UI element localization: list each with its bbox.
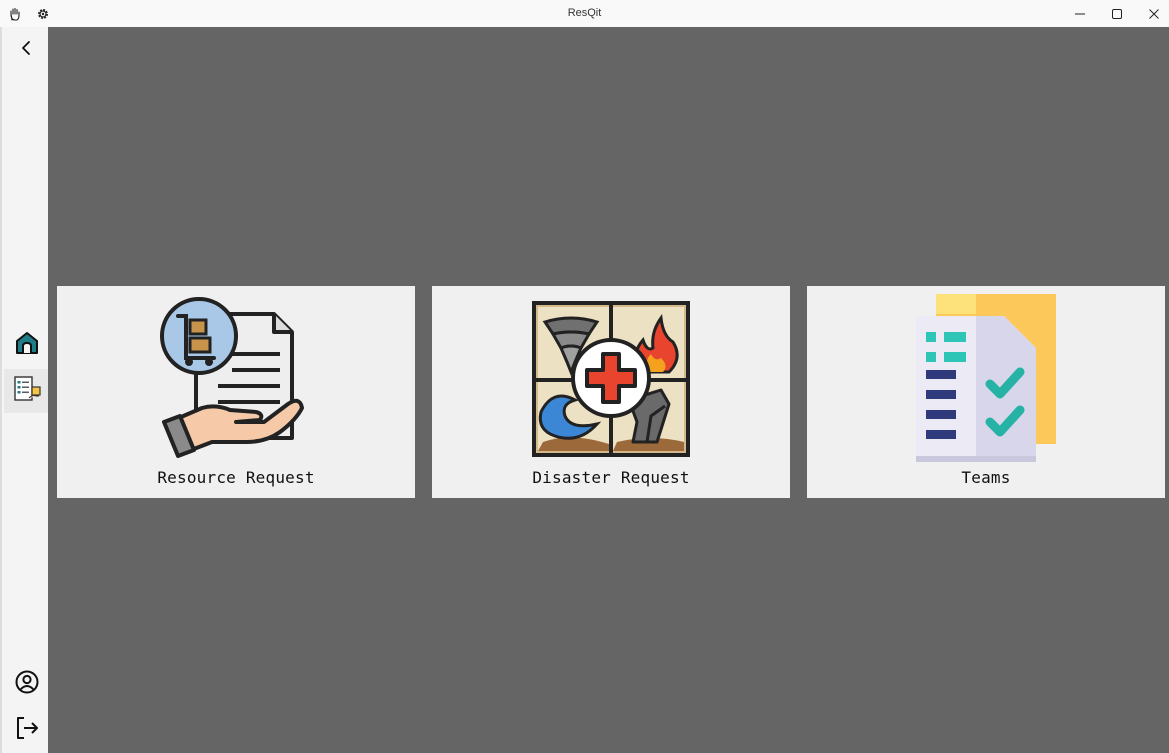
logout-button[interactable] (4, 708, 50, 752)
resource-request-card[interactable]: Resource Request (57, 286, 415, 498)
maximize-icon[interactable] (1098, 0, 1136, 27)
profile-button[interactable] (4, 662, 50, 706)
checklist-document-icon (916, 294, 1056, 462)
close-icon[interactable] (1135, 0, 1169, 27)
nav-home-button[interactable] (4, 323, 50, 367)
back-button[interactable] (4, 28, 50, 72)
user-circle-icon (14, 669, 40, 699)
navigation-rail (0, 27, 50, 753)
resource-request-label: Resource Request (157, 468, 315, 487)
teams-label: Teams (961, 468, 1011, 487)
minimize-icon[interactable] (1061, 0, 1099, 27)
nav-requests-button[interactable] (4, 369, 50, 413)
main-content: Resource Request Disaster Request Teams (48, 27, 1169, 753)
window-title: ResQit (567, 7, 602, 19)
teams-card[interactable]: Teams (807, 286, 1165, 498)
title-bar: ResQit (0, 0, 1169, 27)
document-list-icon (12, 374, 42, 408)
logout-arrow-icon (14, 715, 40, 745)
home-icon (14, 330, 40, 360)
disaster-request-card[interactable]: Disaster Request (432, 286, 790, 498)
disaster-medical-cross-icon (532, 301, 690, 457)
hand-document-boxes-icon (160, 297, 304, 458)
chevron-left-icon (20, 40, 34, 60)
disaster-request-label: Disaster Request (532, 468, 690, 487)
